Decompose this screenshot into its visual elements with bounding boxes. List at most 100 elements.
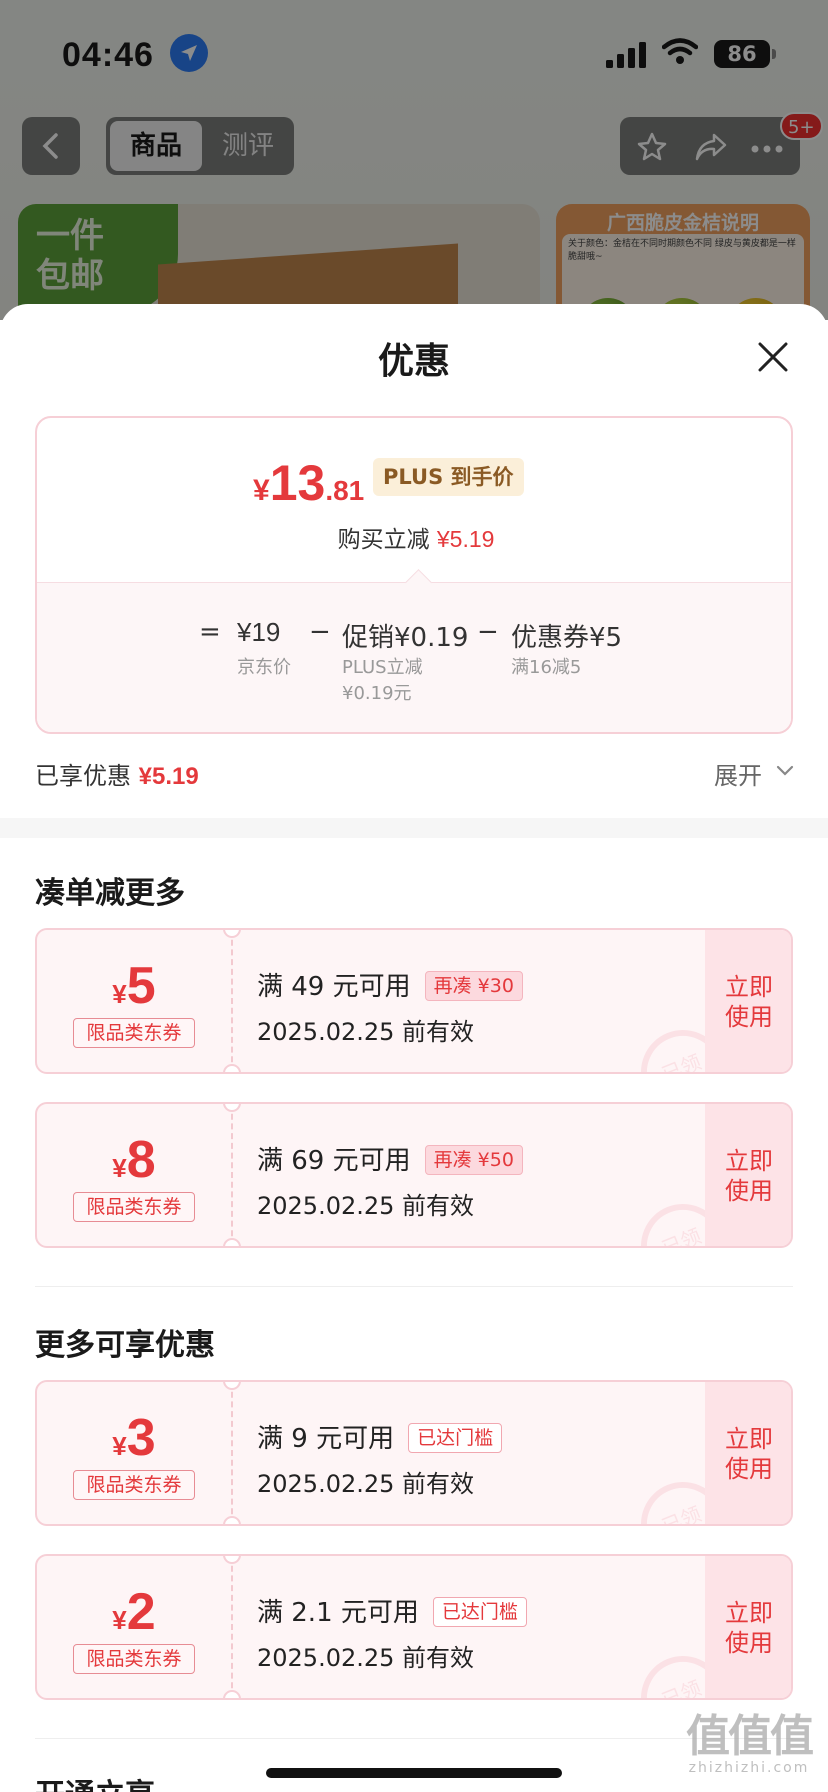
section-title-bundle: 凑单减更多 <box>35 876 185 911</box>
coupon-amount-area: ¥2 限品类东券 <box>37 1556 231 1698</box>
coupon-card: ¥2 限品类东券 满 2.1 元可用 已达门槛 2025.02.25 前有效 已领… <box>35 1554 793 1700</box>
jd-price-value: ¥19 <box>237 617 281 647</box>
buy-reduce-value: ¥5.19 <box>436 526 495 552</box>
coupon-currency: ¥ <box>112 1153 127 1183</box>
coupon-amount: ¥8 <box>37 1130 231 1190</box>
coupon-notch <box>223 1064 241 1072</box>
use-now-line1: 立即 <box>725 1147 773 1175</box>
use-now-line1: 立即 <box>725 1599 773 1627</box>
coupon-expiry: 2025.02.25 前有效 <box>257 1470 475 1498</box>
coupon-amount-area: ¥8 限品类东券 <box>37 1104 231 1246</box>
coupon-amount-area: ¥3 限品类东券 <box>37 1382 231 1524</box>
coupon-currency: ¥ <box>112 1605 127 1635</box>
coupon-card: ¥3 限品类东券 满 9 元可用 已达门槛 2025.02.25 前有效 已领 立… <box>35 1380 793 1526</box>
dim-overlay[interactable] <box>0 0 828 320</box>
coupon-card: ¥8 限品类东券 满 69 元可用 再凑 ¥50 2025.02.25 前有效 已… <box>35 1102 793 1248</box>
coupon-type-badge: 限品类东券 <box>73 1018 195 1048</box>
coupon-type-badge: 限品类东券 <box>73 1192 195 1222</box>
final-price-currency: ¥ <box>253 474 270 507</box>
enjoyed-value: ¥5.19 <box>138 763 199 790</box>
coupon-notch <box>223 1238 241 1246</box>
coupon-expiry: 2025.02.25 前有效 <box>257 1644 475 1672</box>
final-price: ¥13.81 <box>253 454 364 512</box>
coupon-condition: 满 9 元可用 已达门槛 <box>257 1418 503 1455</box>
minus-sign-1: − <box>309 617 331 647</box>
coupon-value: 8 <box>126 1131 156 1189</box>
chevron-down-icon <box>776 765 794 776</box>
promo-sub-value: ¥0.19元 <box>342 683 412 704</box>
close-icon[interactable] <box>756 340 790 374</box>
use-now-button[interactable]: 立即 使用 <box>705 1556 791 1698</box>
coupon-sub-label: 满16减5 <box>511 657 582 678</box>
promo-value: 促销¥0.19 <box>342 623 469 653</box>
use-now-line2: 使用 <box>725 1455 773 1483</box>
coupon-condition-text: 满 9 元可用 <box>257 1424 395 1454</box>
coupon-condition-text: 满 2.1 元可用 <box>257 1598 419 1628</box>
expand-label: 展开 <box>714 762 762 790</box>
use-now-line2: 使用 <box>725 1003 773 1031</box>
coupon-amount-area: ¥5 限品类东券 <box>37 930 231 1072</box>
coupon-notch <box>223 1516 241 1524</box>
coupon-value: 优惠券¥5 <box>511 623 623 653</box>
coupon-condition: 满 2.1 元可用 已达门槛 <box>257 1592 527 1629</box>
final-price-integer: 13 <box>269 455 326 511</box>
coupon-amount: ¥5 <box>37 956 231 1016</box>
use-now-line2: 使用 <box>725 1177 773 1205</box>
coupon-expiry: 2025.02.25 前有效 <box>257 1018 475 1046</box>
watermark-domain: zhizhizhi.com <box>688 1760 810 1776</box>
use-now-line2: 使用 <box>725 1629 773 1657</box>
use-now-button[interactable]: 立即 使用 <box>705 1104 791 1246</box>
section-title-more-offers: 更多可享优惠 <box>35 1328 215 1363</box>
product-page-background: 一件 包邮 广西脆皮金桔说明 关于颜色：金桔在不同时期颜色不同 绿皮与黄皮都是一… <box>0 0 828 320</box>
price-formula: = ¥19 京东价 − 促销¥0.19 PLUS立减 ¥0.19元 − 优惠券¥… <box>37 582 791 732</box>
coupon-condition-text: 满 69 元可用 <box>257 1146 411 1176</box>
buy-reduce-label: 购买立减 <box>337 527 430 553</box>
expand-button[interactable]: 展开 <box>714 756 794 791</box>
coupon-status-tag: 已达门槛 <box>408 1423 503 1453</box>
buy-reduce-line: 购买立减 ¥5.19 <box>37 520 791 554</box>
plus-price-tag: PLUS 到手价 <box>373 458 524 496</box>
site-watermark: 值值值 zhizhizhi.com <box>674 1700 824 1780</box>
jd-price-label: 京东价 <box>237 657 291 678</box>
enjoyed-discount: 已享优惠 ¥5.19 <box>35 756 199 791</box>
coupon-notch <box>223 1690 241 1698</box>
coupon-currency: ¥ <box>112 1431 127 1461</box>
coupon-condition-text: 满 49 元可用 <box>257 972 411 1002</box>
coupon-condition: 满 49 元可用 再凑 ¥30 <box>257 966 523 1003</box>
equals-sign: = <box>199 617 221 647</box>
coupon-dashed-divider <box>231 930 233 1072</box>
use-now-line1: 立即 <box>725 973 773 1001</box>
coupon-status-tag: 再凑 ¥50 <box>424 1145 523 1175</box>
coupon-value: 2 <box>126 1583 156 1641</box>
coupon-status-tag: 再凑 ¥30 <box>424 971 523 1001</box>
coupon-dashed-divider <box>231 1382 233 1524</box>
coupon-dashed-divider <box>231 1556 233 1698</box>
final-price-decimal: .81 <box>325 475 365 506</box>
coupon-currency: ¥ <box>112 979 127 1009</box>
coupon-type-badge: 限品类东券 <box>73 1470 195 1500</box>
enjoyed-label: 已享优惠 <box>35 762 131 790</box>
coupon-status-tag: 已达门槛 <box>432 1597 527 1627</box>
discount-sheet: 优惠 ¥13.81 PLUS 到手价 购买立减 ¥5.19 = ¥19 京东价 … <box>0 304 828 1792</box>
coupon-card: ¥5 限品类东券 满 49 元可用 再凑 ¥30 2025.02.25 前有效 已… <box>35 928 793 1074</box>
promo-sub-label: PLUS立减 <box>342 657 423 678</box>
use-now-button[interactable]: 立即 使用 <box>705 1382 791 1524</box>
price-breakdown-card: ¥13.81 PLUS 到手价 购买立减 ¥5.19 = ¥19 京东价 − 促… <box>35 416 793 734</box>
coupon-type-badge: 限品类东券 <box>73 1644 195 1674</box>
section-divider <box>0 818 828 838</box>
coupon-condition: 满 69 元可用 再凑 ¥50 <box>257 1140 523 1177</box>
coupon-amount: ¥2 <box>37 1582 231 1642</box>
home-indicator[interactable] <box>266 1768 562 1778</box>
watermark-logo: 值值值 <box>686 1711 814 1762</box>
section-title-open-now: 开通立享 <box>35 1770 155 1792</box>
use-now-line1: 立即 <box>725 1425 773 1453</box>
coupon-expiry: 2025.02.25 前有效 <box>257 1192 475 1220</box>
sheet-title: 优惠 <box>377 341 450 382</box>
minus-sign-2: − <box>477 617 499 647</box>
section-divider-thin <box>35 1286 793 1287</box>
coupon-value: 5 <box>126 957 156 1015</box>
coupon-amount: ¥3 <box>37 1408 231 1468</box>
use-now-button[interactable]: 立即 使用 <box>705 930 791 1072</box>
coupon-value: 3 <box>126 1409 156 1467</box>
coupon-dashed-divider <box>231 1104 233 1246</box>
